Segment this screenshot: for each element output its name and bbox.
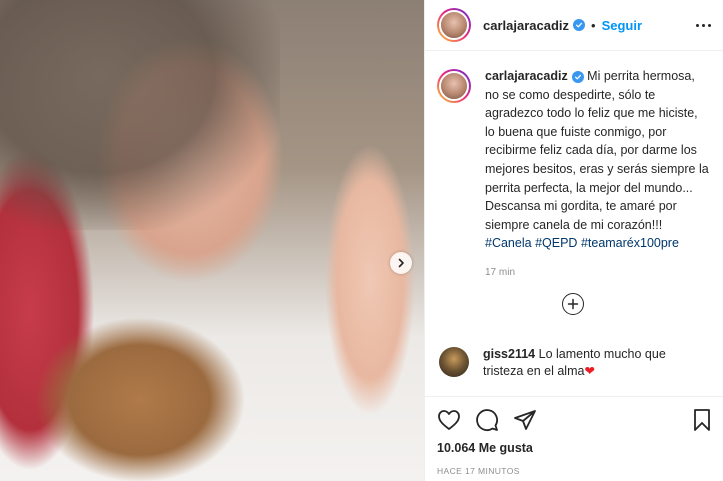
hashtag-link[interactable]: #Canela	[485, 236, 532, 250]
plus-circle-icon[interactable]	[562, 292, 584, 315]
heart-icon[interactable]	[437, 409, 461, 431]
verified-badge-icon	[571, 71, 584, 83]
caption: carlajaracadiz Mi perrita hermosa, no se…	[437, 67, 709, 253]
post-timestamp[interactable]: HACE 17 MINUTOS	[437, 466, 712, 476]
more-options-icon[interactable]	[696, 23, 711, 27]
commenter-avatar[interactable]	[439, 346, 469, 377]
caption-text: carlajaracadiz Mi perrita hermosa, no se…	[485, 67, 709, 253]
comment-item: giss2114 Lo lamento mucho que tristeza e…	[437, 346, 709, 380]
hashtag-link[interactable]: #teamaréx100pre	[581, 236, 679, 250]
verified-badge-icon	[573, 19, 586, 31]
post-actions: 10.064 Me gusta HACE 17 MINUTOS	[425, 396, 723, 476]
caption-avatar[interactable]	[437, 69, 471, 103]
paper-plane-icon[interactable]	[513, 408, 537, 432]
action-icons	[437, 407, 712, 433]
comment-text: giss2114 Lo lamento mucho que tristeza e…	[483, 346, 709, 380]
header-separator: •	[591, 17, 596, 33]
post-header: carlajaracadiz • Seguir	[425, 0, 723, 51]
heart-emoji-icon: ❤	[584, 363, 595, 378]
likes-count[interactable]: 10.064 Me gusta	[437, 441, 712, 455]
post-photo[interactable]	[0, 0, 424, 481]
chevron-right-icon	[398, 258, 404, 268]
post-side-panel: carlajaracadiz • Seguir carlajaracadiz M…	[424, 0, 723, 481]
author-username[interactable]: carlajaracadiz	[483, 18, 569, 33]
hashtag-link[interactable]: #QEPD	[535, 236, 577, 250]
carousel-next-button[interactable]	[390, 252, 412, 274]
bookmark-icon[interactable]	[692, 408, 712, 432]
comments-area: carlajaracadiz Mi perrita hermosa, no se…	[425, 51, 723, 391]
comment-bubble-icon[interactable]	[475, 408, 499, 432]
caption-username[interactable]: carlajaracadiz	[485, 69, 568, 83]
commenter-username[interactable]: giss2114	[483, 347, 535, 361]
follow-button[interactable]: Seguir	[602, 18, 642, 33]
caption-body: Mi perrita hermosa, no se como despedirt…	[485, 69, 709, 232]
photo-shade	[0, 0, 280, 230]
author-avatar[interactable]	[437, 8, 471, 42]
caption-time: 17 min	[485, 266, 516, 278]
